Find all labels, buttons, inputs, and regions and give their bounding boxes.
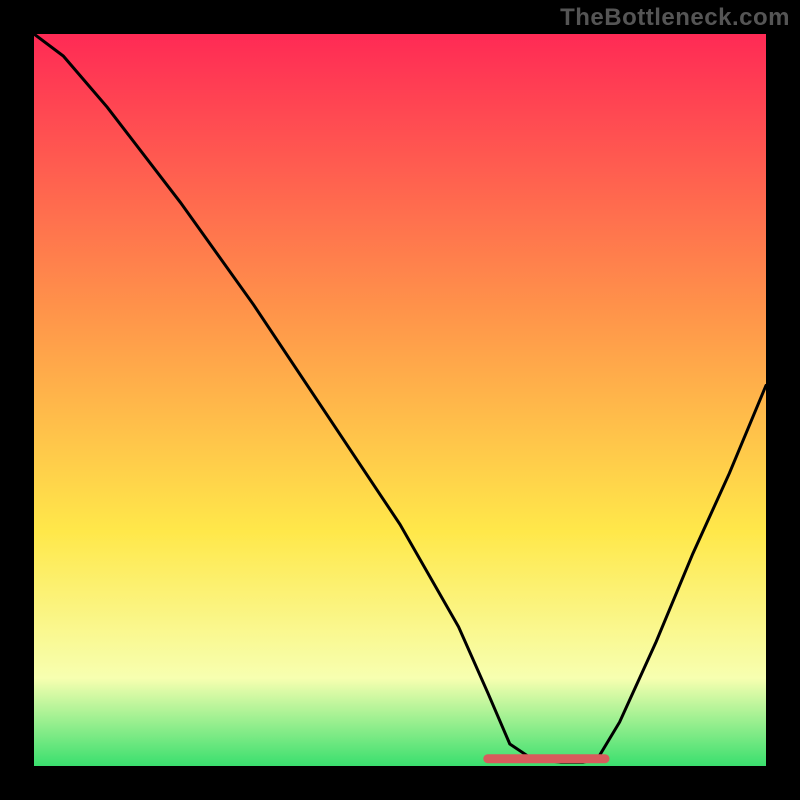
gradient-background xyxy=(34,34,766,766)
bottleneck-chart xyxy=(34,34,766,766)
chart-frame: TheBottleneck.com xyxy=(0,0,800,800)
plot-area xyxy=(34,34,766,766)
watermark-text: TheBottleneck.com xyxy=(560,4,790,32)
